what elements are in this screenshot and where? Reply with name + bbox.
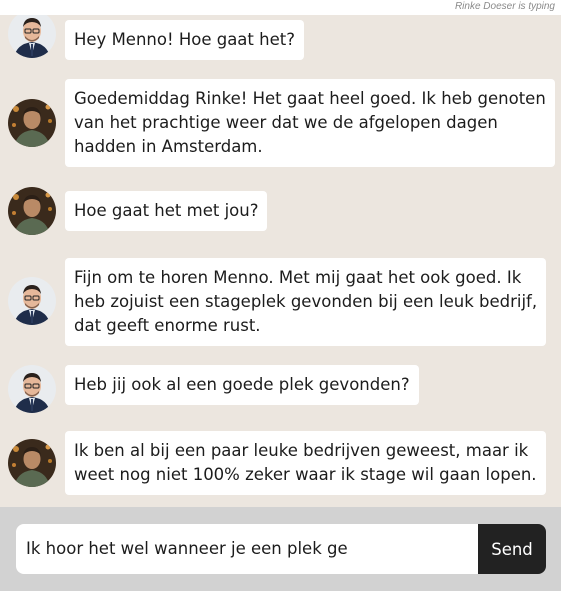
message-bubble: Goedemiddag Rinke! Het gaat heel goed. I… <box>65 79 555 167</box>
message-bubble: Hoe gaat het met jou? <box>65 191 268 231</box>
avatar-rinke-image <box>8 187 56 235</box>
message-bubble: Fijn om te horen Menno. Met mij gaat het… <box>65 258 547 346</box>
avatar-rinke-image <box>8 439 56 487</box>
composer-bar: Send <box>0 507 561 591</box>
message-bubble: Hey Menno! Hoe gaat het? <box>65 20 304 60</box>
avatar-menno[interactable] <box>8 277 56 325</box>
typing-indicator: Rinke Doeser is typing <box>454 1 555 12</box>
avatar-menno-image <box>8 365 56 413</box>
send-button[interactable]: Send <box>478 524 546 574</box>
avatar-menno[interactable] <box>8 15 56 58</box>
message-row: Hoe gaat het met jou? <box>0 185 561 245</box>
avatar-menno[interactable] <box>8 365 56 413</box>
message-row: Fijn om te horen Menno. Met mij gaat het… <box>0 258 561 348</box>
avatar-rinke[interactable] <box>8 99 56 147</box>
message-row: Goedemiddag Rinke! Het gaat heel goed. I… <box>0 79 561 169</box>
message-row: Ik ben al bij een paar leuke bedrijven g… <box>0 431 561 501</box>
top-bar: Rinke Doeser is typing <box>0 0 561 15</box>
avatar-rinke-image <box>8 99 56 147</box>
avatar-menno-image <box>8 277 56 325</box>
avatar-rinke[interactable] <box>8 439 56 487</box>
message-bubble: Ik ben al bij een paar leuke bedrijven g… <box>65 431 546 495</box>
message-list[interactable]: Hey Menno! Hoe gaat het? Goedemiddag Rin… <box>0 15 561 507</box>
message-row: Heb jij ook al een goede plek gevonden? <box>0 362 561 422</box>
message-bubble: Heb jij ook al een goede plek gevonden? <box>65 365 419 405</box>
avatar-menno-image <box>8 15 56 58</box>
message-row: Hey Menno! Hoe gaat het? <box>0 15 561 75</box>
message-input[interactable] <box>16 524 480 574</box>
avatar-rinke[interactable] <box>8 187 56 235</box>
